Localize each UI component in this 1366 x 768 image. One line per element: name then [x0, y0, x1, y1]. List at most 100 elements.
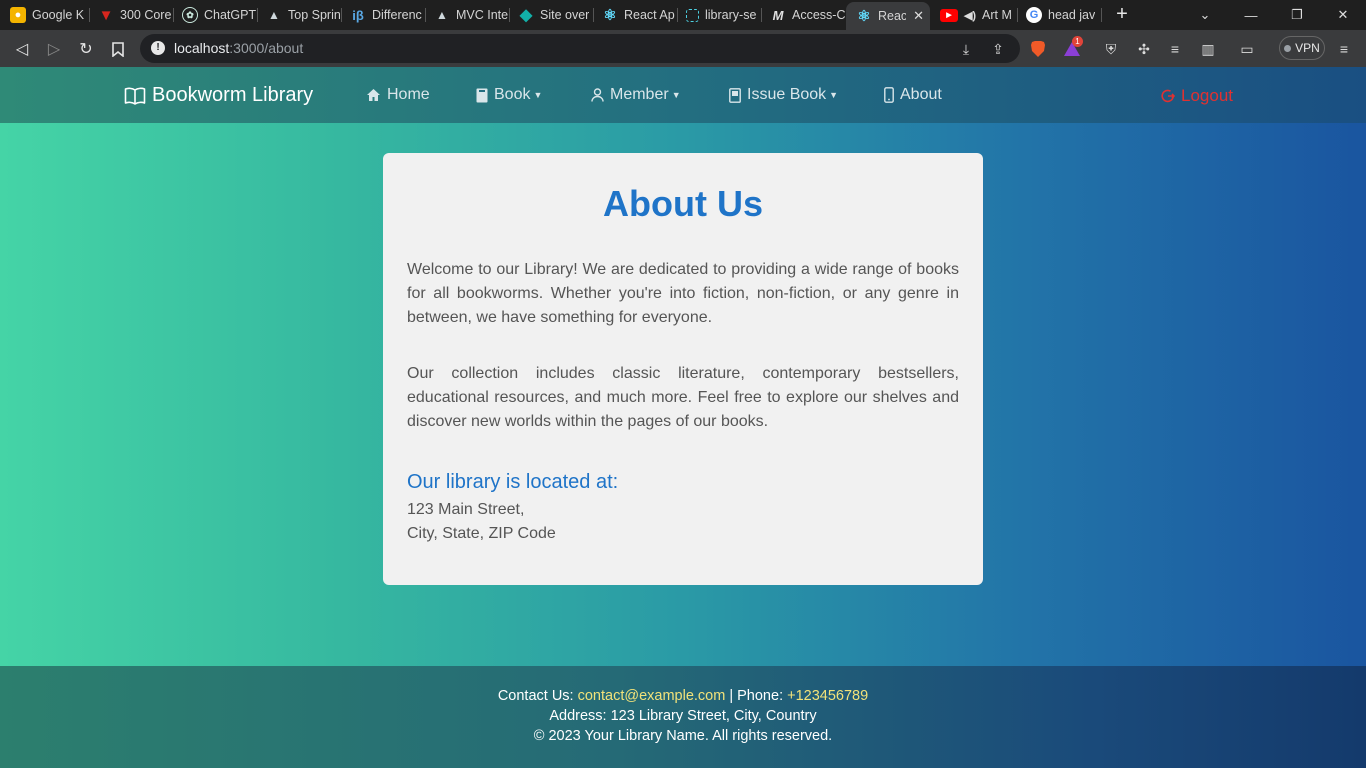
phone-icon: [884, 87, 894, 103]
browser-tab[interactable]: ▲ MVC Inte: [424, 2, 508, 28]
footer-phone-link[interactable]: +123456789: [787, 688, 868, 704]
mountain-icon: ▲: [268, 8, 280, 22]
browser-tab[interactable]: G head jav: [1016, 2, 1100, 28]
mountain-icon: ▲: [436, 8, 448, 22]
chatgpt-icon: ✿: [182, 7, 198, 23]
browser-tab[interactable]: ▲ Top Sprin: [256, 2, 340, 28]
brave-shield-icon[interactable]: [1028, 39, 1048, 59]
keep-icon: ●: [10, 7, 26, 23]
book-icon: [476, 88, 488, 102]
back-icon[interactable]: ◁: [11, 38, 33, 60]
tab-title: React: [878, 9, 906, 23]
tab-title: Art M: [982, 8, 1012, 22]
tab-title: Top Sprin: [288, 8, 340, 22]
footer-copyright: © 2023 Your Library Name. All rights res…: [533, 728, 833, 744]
browser-tab[interactable]: ▼ 300 Core: [88, 2, 172, 28]
nav-issue-book-dropdown[interactable]: Issue Book ▼: [729, 86, 838, 104]
wallet-icon[interactable]: ▭: [1237, 39, 1257, 59]
about-collection-text: Our collection includes classic literatu…: [407, 365, 959, 430]
menu-icon[interactable]: ≡: [1334, 39, 1354, 59]
about-intro-text: Welcome to our Library! We are dedicated…: [407, 261, 959, 326]
shield-extension-icon[interactable]: ⛨: [1101, 39, 1121, 59]
browser-tab[interactable]: ✿ ChatGPT: [172, 2, 256, 28]
address-line: 123 Main Street,: [407, 501, 525, 518]
restore-button[interactable]: ❐: [1274, 0, 1320, 30]
brave-rewards-icon[interactable]: 1: [1062, 36, 1083, 59]
tab-search-icon[interactable]: ⌄: [1182, 0, 1228, 30]
address-bar[interactable]: ! localhost:3000/about: [140, 34, 1020, 63]
tab-title: MVC Inte: [456, 8, 508, 22]
tab-title: Google K: [32, 8, 85, 22]
browser-tab[interactable]: M Access-C: [760, 2, 846, 28]
share-icon[interactable]: ⇪: [988, 39, 1008, 59]
chevron-down-icon: ▼: [533, 90, 543, 100]
chevron-down-icon: ▼: [829, 90, 839, 100]
tab-title: library-se: [705, 8, 757, 22]
chevron-down-icon: ▼: [671, 90, 681, 100]
tab-title: React Ap: [624, 8, 675, 22]
extensions-icon[interactable]: ✣: [1134, 39, 1154, 59]
rewards-badge: 1: [1072, 36, 1083, 47]
footer-contact: Contact Us: contact@example.com | Phone:…: [497, 688, 869, 704]
forward-icon[interactable]: ▷: [43, 38, 65, 60]
browser-toolbar: ◁ ▷ ↻ ! localhost:3000/about ⤓ ⇪ 1 ⛨ ✣ ≡…: [0, 30, 1366, 67]
site-footer: Contact Us: contact@example.com | Phone:…: [0, 666, 1366, 768]
page-background: Bookworm Library Home Book ▼ Member ▼ Is…: [0, 67, 1366, 768]
browser-tab[interactable]: library-se: [676, 2, 760, 28]
brand-name: Bookworm Library: [152, 84, 314, 106]
new-tab-button[interactable]: +: [1112, 4, 1132, 24]
tab-title: Differenc: [372, 8, 422, 22]
google-icon: G: [1026, 7, 1042, 23]
diamond-icon: ◆: [519, 7, 533, 24]
ib-icon: iβ: [352, 7, 364, 23]
footer-email-link[interactable]: contact@example.com: [578, 688, 726, 704]
address-line: City, State, ZIP Code: [407, 525, 556, 542]
reload-icon[interactable]: ↻: [75, 38, 97, 60]
react-icon: ⚛: [857, 8, 871, 25]
brand-link[interactable]: Bookworm Library: [124, 84, 313, 107]
nav-about[interactable]: About: [884, 86, 942, 104]
install-app-icon[interactable]: ⤓: [956, 39, 976, 59]
browser-tab-active[interactable]: ⚛ React ✕: [846, 2, 930, 30]
media-queue-icon[interactable]: ≡: [1165, 39, 1185, 59]
browser-tab[interactable]: ⚛ React Ap: [592, 2, 676, 28]
tab-title: head jav: [1048, 8, 1096, 22]
about-card: About Us Welcome to our Library! We are …: [383, 153, 983, 585]
footer-address: Address: 123 Library Street, City, Count…: [549, 708, 817, 724]
browser-tab-strip: ● Google K ▼ 300 Core ✿ ChatGPT ▲ Top Sp…: [0, 0, 1366, 30]
tab-title: Site over: [540, 8, 590, 22]
tab-title: Access-C: [792, 8, 846, 22]
bracket-icon: [686, 8, 699, 22]
page-title: About Us: [603, 183, 763, 224]
url-text[interactable]: localhost:3000/about: [174, 40, 303, 56]
nav-book-dropdown[interactable]: Book ▼: [476, 86, 542, 104]
nav-member-dropdown[interactable]: Member ▼: [591, 86, 681, 104]
location-heading: Our library is located at:: [407, 471, 619, 493]
browser-tab[interactable]: ▶ ◀) Art M: [930, 2, 1016, 28]
person-icon: [591, 88, 604, 102]
home-icon: [367, 89, 380, 101]
book-issue-icon: [729, 87, 741, 103]
library-address: 123 Main Street, City, State, ZIP Code: [407, 498, 556, 546]
nav-home[interactable]: Home: [366, 86, 430, 104]
m-icon: M: [772, 7, 784, 23]
youtube-icon: ▶: [940, 8, 958, 22]
bookmark-icon[interactable]: [107, 38, 129, 60]
logout-link[interactable]: Logout: [1161, 86, 1233, 106]
close-tab-icon[interactable]: ✕: [913, 8, 924, 24]
minimize-button[interactable]: —: [1228, 0, 1274, 30]
sidebar-icon[interactable]: ▥: [1198, 39, 1218, 59]
browser-tab[interactable]: iβ Differenc: [340, 2, 424, 28]
site-info-icon[interactable]: !: [151, 41, 165, 55]
v-logo-icon: ▼: [98, 6, 114, 24]
speaker-icon: ◀): [963, 9, 977, 22]
vpn-status-dot: [1284, 44, 1292, 52]
close-window-button[interactable]: ✕: [1320, 0, 1366, 30]
tab-title: ChatGPT: [204, 8, 256, 22]
browser-tab[interactable]: ● Google K: [0, 2, 88, 28]
browser-tab[interactable]: ◆ Site over: [508, 2, 592, 28]
react-icon: ⚛: [603, 7, 617, 24]
site-navbar: Bookworm Library Home Book ▼ Member ▼ Is…: [0, 67, 1366, 123]
open-book-icon: [124, 87, 146, 105]
vpn-button[interactable]: VPN: [1279, 36, 1325, 60]
